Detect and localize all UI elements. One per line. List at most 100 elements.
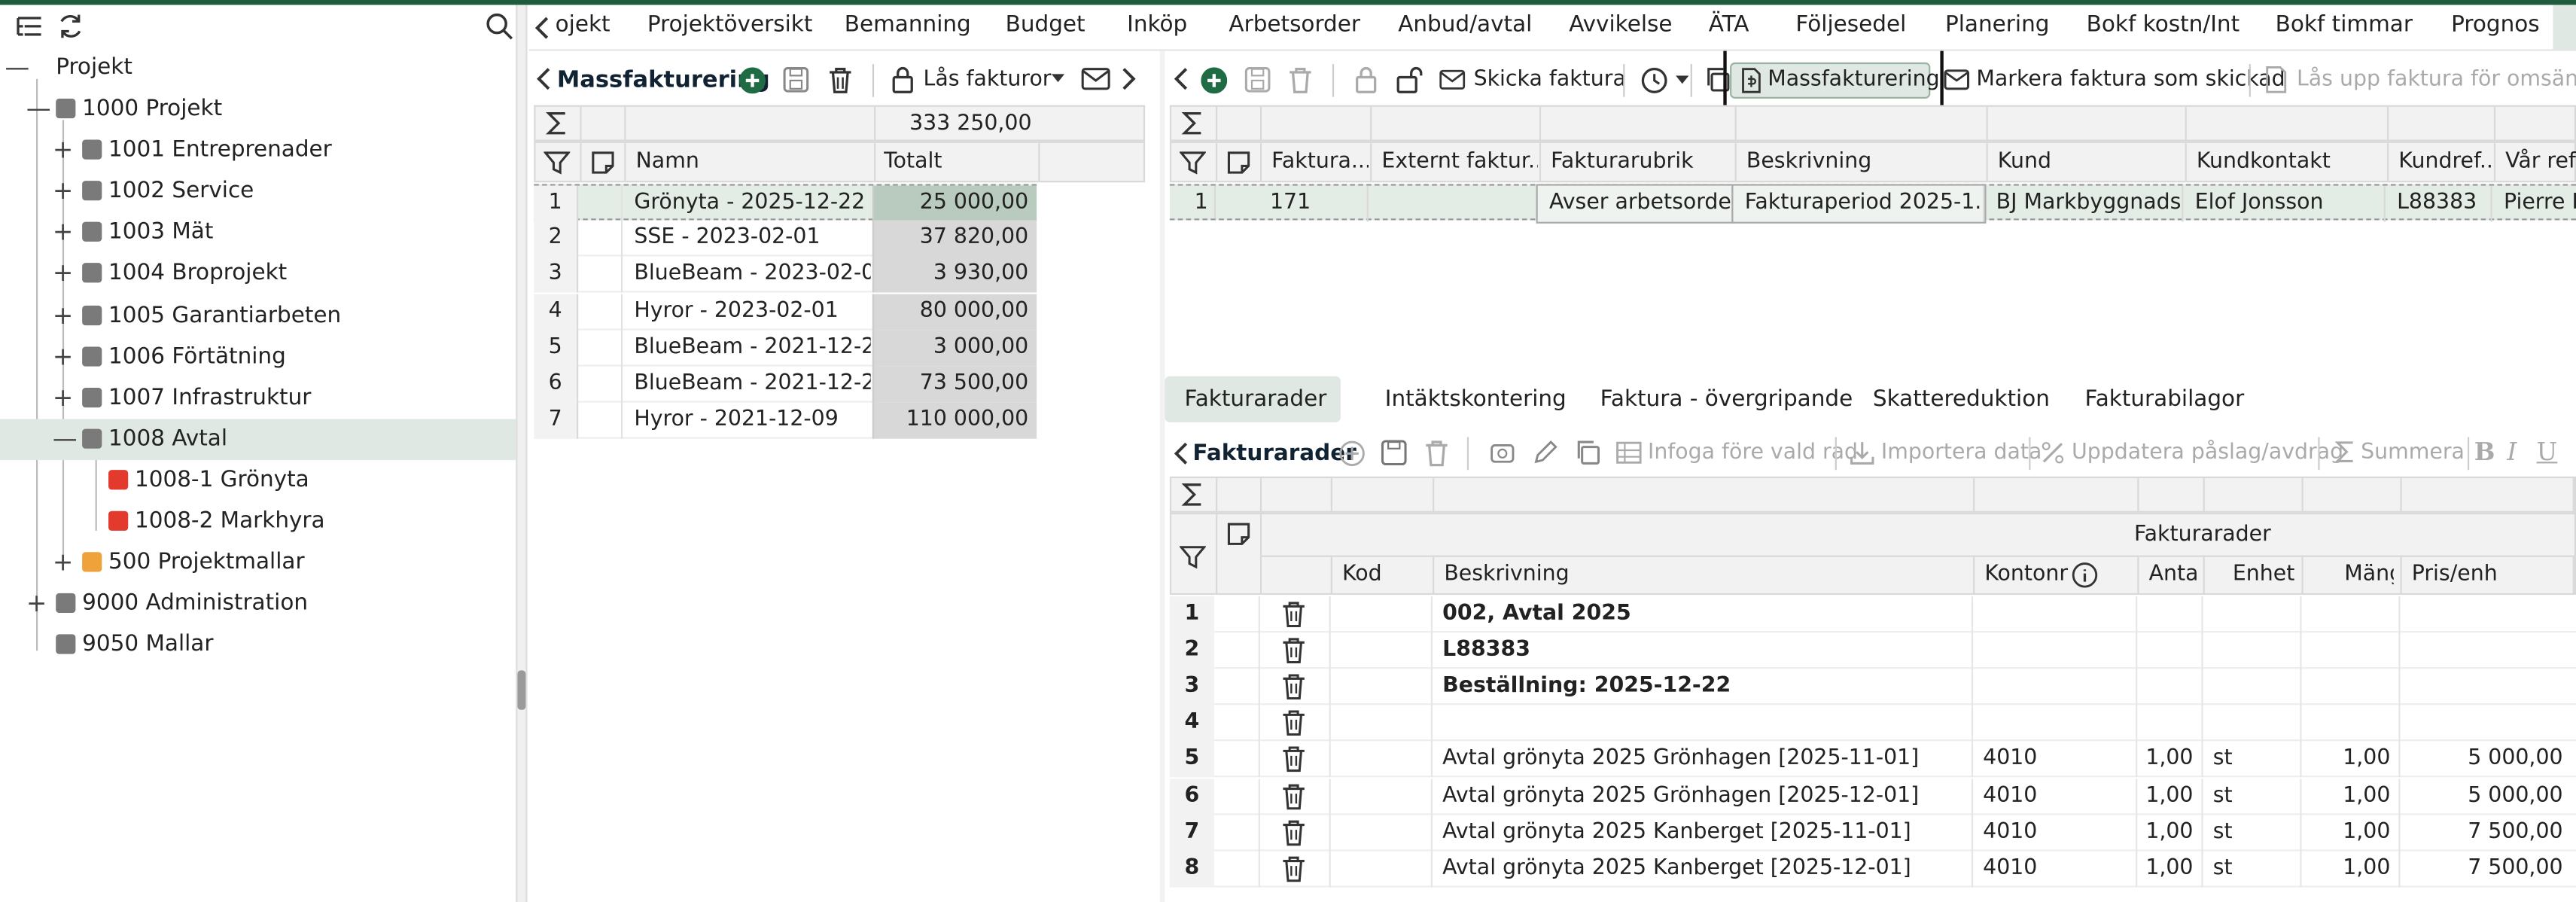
line-unit[interactable]	[2213, 669, 2295, 705]
module-tab[interactable]: Avvikelse	[1569, 11, 1672, 38]
invoice-cell[interactable]: Avser arbetsorder	[1536, 184, 1735, 224]
note-icon[interactable]	[1226, 521, 1252, 547]
line-account[interactable]: 4010	[1983, 778, 2130, 814]
line-description[interactable]: Avtal grönyta 2025 Kanberget [2025-11-01…	[1442, 815, 1968, 851]
import-data-button[interactable]: Importera data	[1881, 440, 2042, 465]
send-invoice-button[interactable]: Skicka faktura	[1474, 67, 1626, 92]
mass-row-name[interactable]: Hyror - 2021-12-09	[634, 403, 870, 439]
sigma-icon[interactable]	[2333, 439, 2358, 465]
expand-icon[interactable]: +	[53, 254, 73, 295]
mass-row-total[interactable]: 37 820,00	[872, 220, 1037, 257]
line-price[interactable]: 5 000,00	[2398, 778, 2571, 814]
subtab[interactable]: Skattereduktion	[1853, 376, 2050, 422]
invoice-cell[interactable]: BJ Markbyggnads...	[1984, 185, 2184, 222]
mass-row-name[interactable]: BlueBeam - 2021-12-2...	[634, 330, 870, 366]
line-unit[interactable]: st	[2213, 742, 2295, 778]
note-icon[interactable]	[1226, 150, 1252, 176]
tree-item[interactable]: 1008-2 Markhyra	[0, 501, 516, 543]
line-row[interactable]: 3 Beställning: 2025-12-22	[1169, 669, 2576, 705]
line-code[interactable]	[1341, 632, 1423, 669]
line-antal[interactable]: 1,00	[2136, 778, 2201, 814]
lines-col-header[interactable]: Kod	[1342, 557, 1426, 593]
tabs-scroll-left-icon[interactable]	[532, 15, 552, 41]
tree-root[interactable]: — Projekt	[0, 47, 516, 89]
filter-icon[interactable]	[1179, 544, 1206, 570]
unlock-resend-button[interactable]: Lås upp faktura för omsändning	[2297, 67, 2576, 92]
line-antal[interactable]	[2136, 596, 2201, 632]
line-row[interactable]: 1 002, Avtal 2025	[1169, 596, 2576, 633]
line-unit[interactable]: st	[2213, 851, 2295, 887]
expand-icon[interactable]: +	[26, 584, 47, 625]
row-note-cell[interactable]	[578, 293, 623, 330]
module-tab[interactable]: Följesedel	[1795, 11, 1906, 38]
invoice-cell[interactable]: Fakturaperiod 2025-1...	[1731, 184, 1987, 224]
line-quantity[interactable]: 1,00	[2300, 742, 2398, 778]
line-price[interactable]	[2398, 632, 2571, 669]
invoice-cell[interactable]: Pierre Li	[2492, 186, 2576, 222]
collapse-icon[interactable]: —	[26, 89, 51, 130]
tree-item[interactable]: +1005 Garantiarbeten	[0, 295, 516, 337]
expand-icon[interactable]: +	[53, 130, 73, 172]
line-description[interactable]: Avtal grönyta 2025 Kanberget [2025-12-01…	[1442, 851, 1968, 887]
mass-row-total[interactable]: 110 000,00	[872, 403, 1037, 440]
tree-item[interactable]: +1004 Broprojekt	[0, 254, 516, 295]
collapse-icon[interactable]: —	[53, 419, 78, 460]
line-row[interactable]: 5 Avtal grönyta 2025 Grönhagen [2025-11-0…	[1169, 742, 2576, 779]
line-code[interactable]	[1341, 705, 1423, 742]
save-icon[interactable]	[1380, 439, 1408, 467]
add-line-icon[interactable]	[1339, 440, 1366, 467]
mass-row-name[interactable]: Hyror - 2023-02-01	[634, 294, 870, 330]
summarize-button[interactable]: Summera	[2361, 440, 2465, 465]
module-tab[interactable]: Inköp	[1127, 11, 1187, 38]
expand-icon[interactable]: +	[53, 171, 73, 212]
line-quantity[interactable]	[2300, 705, 2398, 742]
mail-check-icon[interactable]	[1944, 69, 1973, 93]
expand-icon[interactable]: +	[53, 377, 73, 419]
mail-icon[interactable]	[1081, 67, 1110, 90]
mass-row[interactable]: 5 BlueBeam - 2021-12-2... 3 000,00	[534, 330, 1037, 367]
module-tab[interactable]: Bokf kostn/Int	[2087, 11, 2240, 38]
line-description[interactable]: Avtal grönyta 2025 Grönhagen [2025-11-01…	[1442, 742, 1968, 778]
line-account[interactable]	[1983, 596, 2130, 632]
invoice-col-header[interactable]: Vår refer	[2505, 145, 2576, 181]
add-icon[interactable]	[739, 67, 766, 94]
line-code[interactable]	[1341, 596, 1423, 632]
save-icon[interactable]	[782, 66, 810, 93]
module-tab[interactable]: ÄTA	[1709, 11, 1749, 38]
line-code[interactable]	[1341, 778, 1423, 814]
invoice-col-header[interactable]: Beskrivning	[1746, 145, 1984, 181]
mail-icon[interactable]	[1439, 69, 1466, 90]
info-icon[interactable]	[2072, 562, 2098, 588]
mass-invoice-button[interactable]: Massfakturering	[1730, 62, 1940, 99]
module-tab[interactable]: Bemanning	[845, 11, 971, 38]
mass-row[interactable]: 1 Grönyta - 2025-12-22 25 000,00	[534, 184, 1037, 222]
import-icon[interactable]	[1848, 439, 1876, 467]
line-quantity[interactable]: 1,00	[2300, 778, 2398, 814]
row-note-cell[interactable]	[578, 257, 623, 294]
table-insert-icon[interactable]	[1615, 439, 1643, 467]
line-unit[interactable]	[2213, 596, 2295, 632]
lines-col-header[interactable]: Mängd	[2344, 557, 2393, 593]
mass-row-total[interactable]: 73 500,00	[872, 366, 1037, 403]
unlock-icon[interactable]	[1396, 66, 1424, 93]
col-name[interactable]: Namn	[636, 145, 866, 181]
invoice-cell[interactable]: 171	[1259, 185, 1369, 222]
line-unit[interactable]: st	[2213, 815, 2295, 851]
unlock-doc-icon[interactable]	[2264, 66, 2290, 93]
line-code[interactable]	[1341, 851, 1423, 887]
add-invoice-icon[interactable]	[1201, 67, 1228, 94]
panel-divider[interactable]	[516, 5, 528, 902]
lock-icon[interactable]	[891, 66, 915, 93]
invoice-col-header[interactable]: Kund	[1998, 145, 2184, 181]
invoice-col-header[interactable]: Kundkontakt	[2197, 145, 2386, 181]
invoice-row[interactable]: 1 171 Avser arbetsorder Fakturaperiod 2025…	[1169, 184, 2576, 224]
line-account[interactable]	[1983, 632, 2130, 669]
line-unit[interactable]	[2213, 632, 2295, 669]
line-description[interactable]	[1442, 705, 1968, 742]
invoice-col-header[interactable]: Fakturarubrik	[1551, 145, 1733, 181]
line-row[interactable]: 8 Avtal grönyta 2025 Kanberget [2025-12-0…	[1169, 850, 2576, 887]
subtab[interactable]: Fakturarader	[1165, 376, 1341, 422]
row-note-cell[interactable]	[578, 330, 623, 367]
history-icon[interactable]	[1638, 66, 1671, 95]
invoice-cell[interactable]: L88383	[2386, 185, 2492, 222]
